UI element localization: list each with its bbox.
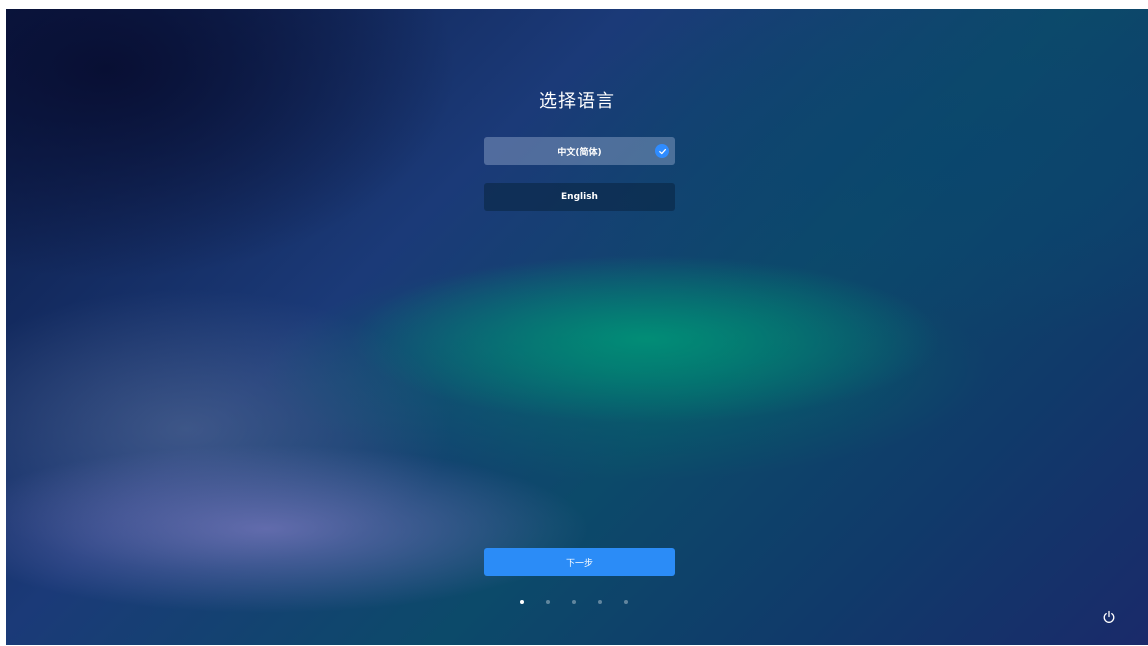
power-icon[interactable] [1102, 609, 1116, 623]
step-dot-2 [546, 600, 550, 604]
step-indicator [520, 600, 628, 604]
language-option-chinese[interactable]: 中文(简体) [484, 137, 675, 165]
step-dot-5 [624, 600, 628, 604]
step-dot-4 [598, 600, 602, 604]
step-dot-3 [572, 600, 576, 604]
language-list: 中文(简体) English [484, 137, 675, 229]
language-option-label: English [561, 192, 598, 202]
setup-screen: 选择语言 中文(简体) English 下一步 [6, 9, 1148, 645]
check-icon [655, 144, 669, 158]
language-option-label: 中文(简体) [557, 147, 602, 158]
page-title: 选择语言 [539, 91, 615, 112]
language-option-english[interactable]: English [484, 183, 675, 211]
next-button[interactable]: 下一步 [484, 548, 675, 576]
step-dot-1 [520, 600, 524, 604]
